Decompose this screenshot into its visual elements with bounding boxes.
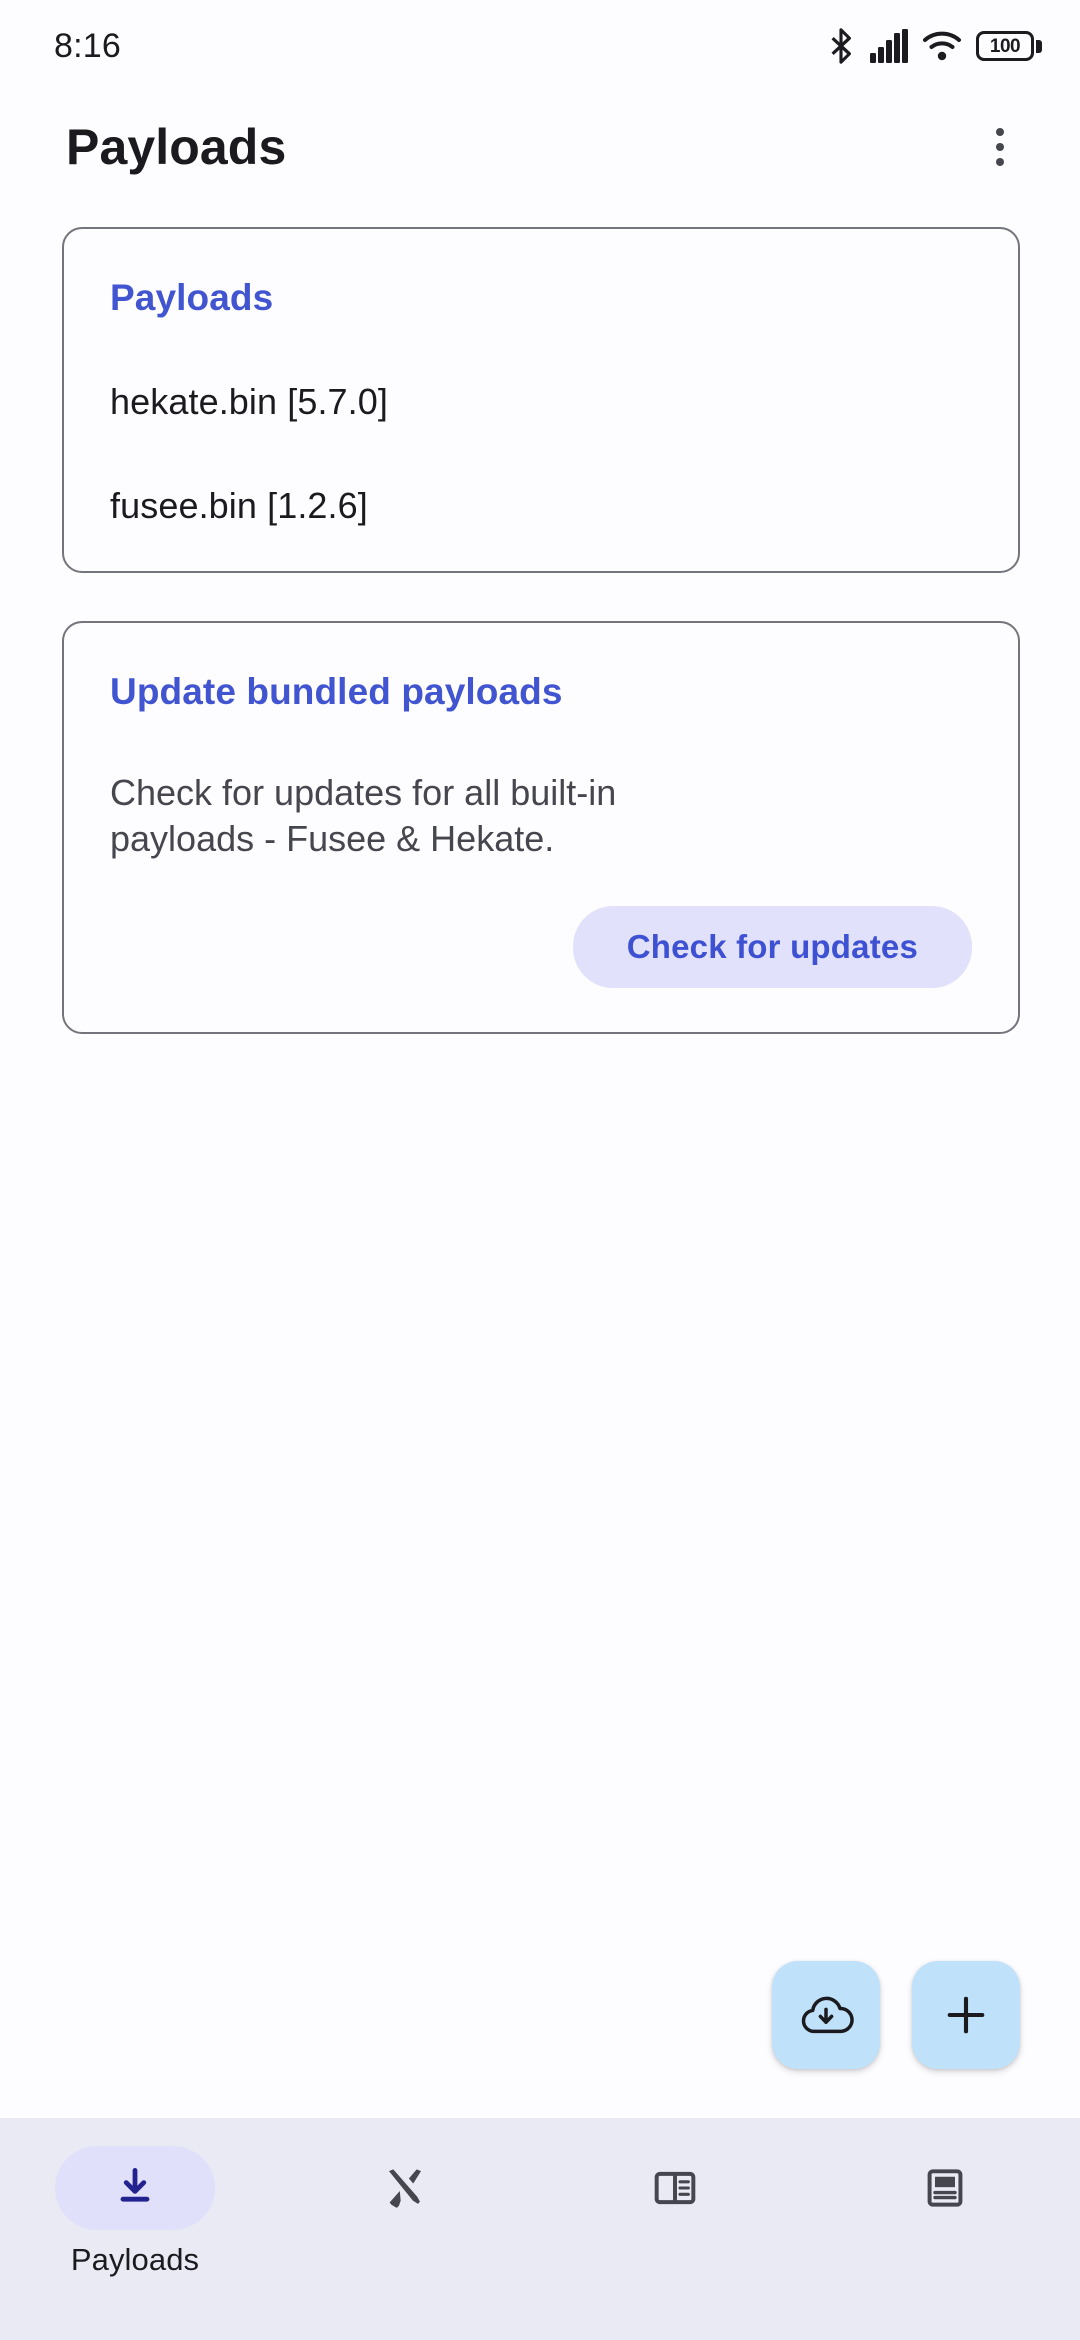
tools-icon (379, 2162, 431, 2214)
cloud-download-icon (798, 1987, 854, 2043)
update-payloads-card: Update bundled payloads Check for update… (62, 621, 1020, 1035)
split-view-icon (650, 2163, 700, 2213)
phone-screen: 8:16 100 Payloads Payloads hekate.bin [5… (0, 0, 1080, 2340)
status-icon-group: 100 (826, 28, 1042, 64)
update-card-actions: Check for updates (110, 906, 972, 989)
bottom-navigation-bar: Payloads (0, 2118, 1080, 2340)
battery-level-label: 100 (989, 35, 1021, 57)
sidebar-item-tools[interactable] (270, 2146, 540, 2242)
list-item[interactable]: fusee.bin [1.2.6] (110, 485, 972, 527)
nav-pill-document (865, 2146, 1025, 2230)
sidebar-item-split-view[interactable] (540, 2146, 810, 2242)
nav-pill-tools (325, 2146, 485, 2230)
update-card-body: Check for updates for all built-in paylo… (110, 772, 617, 860)
page-title: Payloads (66, 119, 287, 175)
download-icon (111, 2164, 159, 2212)
more-options-icon[interactable] (964, 111, 1036, 183)
main-content: Payloads hekate.bin [5.7.0] fusee.bin [1… (0, 202, 1080, 2118)
payloads-card: Payloads hekate.bin [5.7.0] fusee.bin [1… (62, 227, 1020, 573)
app-bar: Payloads (0, 92, 1080, 202)
add-fab[interactable] (912, 1961, 1020, 2069)
cloud-download-fab[interactable] (772, 1961, 880, 2069)
cellular-signal-icon (870, 29, 908, 63)
status-bar: 8:16 100 (0, 0, 1080, 92)
list-item[interactable]: hekate.bin [5.7.0] (110, 381, 972, 423)
status-clock: 8:16 (54, 26, 121, 65)
update-card-title: Update bundled payloads (110, 671, 563, 712)
battery-icon: 100 (976, 31, 1042, 61)
fab-group (772, 1961, 1020, 2069)
sidebar-item-document[interactable] (810, 2146, 1080, 2242)
bluetooth-icon (826, 28, 856, 64)
nav-pill-payloads (55, 2146, 215, 2230)
sidebar-item-payloads[interactable]: Payloads (0, 2146, 270, 2278)
sidebar-item-label: Payloads (70, 2242, 200, 2277)
wifi-icon (922, 30, 962, 62)
document-icon (920, 2163, 970, 2213)
payloads-card-title: Payloads (110, 277, 274, 318)
check-for-updates-button[interactable]: Check for updates (572, 906, 972, 989)
nav-pill-split-view (595, 2146, 755, 2230)
plus-icon (940, 1989, 992, 2041)
